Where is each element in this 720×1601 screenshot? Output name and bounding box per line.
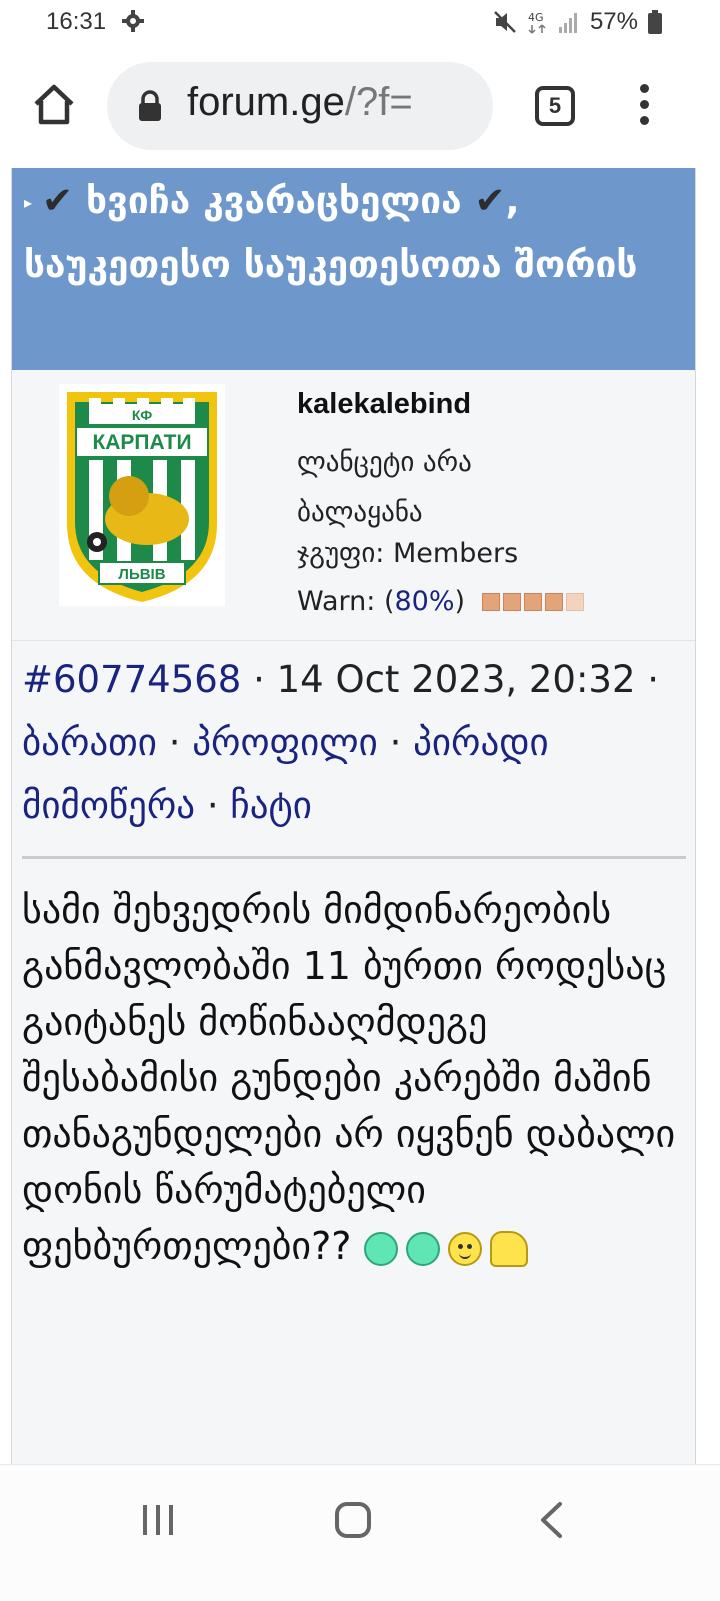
dot-smiley-icon <box>405 1231 440 1266</box>
post-link-profile[interactable]: პროფილი <box>192 721 378 764</box>
address-bar[interactable]: forum.ge/?f= <box>107 62 493 150</box>
topic-title: ▸ ✔ ხვიჩა კვარაცხელია ✔, საუკეთესო საუკეთ… <box>24 170 684 296</box>
post-id-link[interactable]: #60774568 <box>22 658 241 701</box>
post-datetime: 14 Oct 2023, 20:32 <box>276 658 636 701</box>
warn-label: Warn: <box>297 586 376 617</box>
user-info: КФ КАРПАТИ ЛЬВІВ kalekalebind ლანცეტი არ… <box>12 370 695 641</box>
avatar-city-text: ЛЬВІВ <box>118 566 165 583</box>
facepalm-smiley-icon <box>489 1230 528 1267</box>
divider <box>22 856 686 859</box>
url-path: /?f= <box>344 80 413 124</box>
topic-title-name: ხვიჩა კვარაცხელია <box>85 179 462 222</box>
warn-meter-block <box>565 593 584 611</box>
post-body: სამი შეხვედრის მიმდინარეობის განმავლობაშ… <box>22 882 692 1274</box>
system-nav-bar <box>0 1464 720 1601</box>
warn-meter-block <box>523 593 542 611</box>
post-meta: #60774568 · 14 Oct 2023, 20:32 · ბარათი … <box>22 658 660 827</box>
status-time: 16:31 <box>46 8 107 35</box>
avatar-name-text: КАРПАТИ <box>92 431 191 454</box>
post-text: სამი შეხვედრის მიმდინარეობის განმავლობაშ… <box>22 888 676 1268</box>
dot-smiley-icon <box>363 1231 398 1266</box>
battery-percent: 57% <box>589 8 638 35</box>
topic-header: ▸ ✔ ხვიჩა კვარაცხელია ✔, საუკეთესო საუკეთ… <box>12 168 695 370</box>
overflow-menu-icon[interactable] <box>636 84 652 128</box>
avatar[interactable]: КФ КАРПАТИ ЛЬВІВ <box>59 384 225 606</box>
check-mark-icon: ✔ <box>42 179 74 222</box>
smile-smiley-icon <box>447 1231 482 1266</box>
user-title: ლანცეტი არა ბალაყანა <box>297 447 472 528</box>
status-icons: 4G 57% <box>492 6 662 38</box>
browser-toolbar: forum.ge/?f= 5 <box>0 46 720 168</box>
settings-gear-icon <box>122 10 144 32</box>
back-icon[interactable] <box>538 1501 564 1539</box>
status-bar: 16:31 4G 57% <box>0 0 720 46</box>
username[interactable]: kalekalebind <box>297 388 471 421</box>
warn-meter-block <box>481 593 500 611</box>
mute-icon <box>494 11 516 33</box>
lock-icon <box>139 90 161 121</box>
warn-meter <box>481 587 587 618</box>
bullet-triangle-icon: ▸ <box>24 192 33 212</box>
warn-level: Warn: (80%) <box>297 586 587 618</box>
warn-meter-block <box>544 593 563 611</box>
url-text: forum.ge/?f= <box>187 80 413 125</box>
home-nav-icon[interactable] <box>334 1501 372 1539</box>
user-group: ჯგუფი: Members <box>297 538 518 569</box>
warn-meter-block <box>502 593 521 611</box>
home-icon[interactable] <box>30 80 78 128</box>
user-group-label: ჯგუფი: <box>297 538 385 569</box>
network-4g-icon: 4G <box>528 11 546 34</box>
check-mark-icon: ✔ <box>474 179 506 222</box>
post-link-card[interactable]: ბარათი <box>22 721 157 764</box>
warn-percent-link[interactable]: 80% <box>394 586 454 617</box>
signal-icon <box>558 13 577 33</box>
page-content: ▸ ✔ ხვიჩა კვარაცხელია ✔, საუკეთესო საუკეთ… <box>0 168 720 1464</box>
url-host: forum.ge <box>187 80 345 124</box>
battery-icon <box>648 10 662 34</box>
network-label: 4G <box>528 11 544 24</box>
avatar-top-text: КФ <box>132 407 152 423</box>
tab-switcher-button[interactable]: 5 <box>535 86 575 126</box>
recent-apps-icon[interactable] <box>140 1503 176 1537</box>
post-frame: ▸ ✔ ხვიჩა კვარაცხელია ✔, საუკეთესო საუკეთ… <box>11 168 696 1464</box>
post-link-chat[interactable]: ჩატი <box>230 784 311 827</box>
user-group-value: Members <box>393 538 519 569</box>
